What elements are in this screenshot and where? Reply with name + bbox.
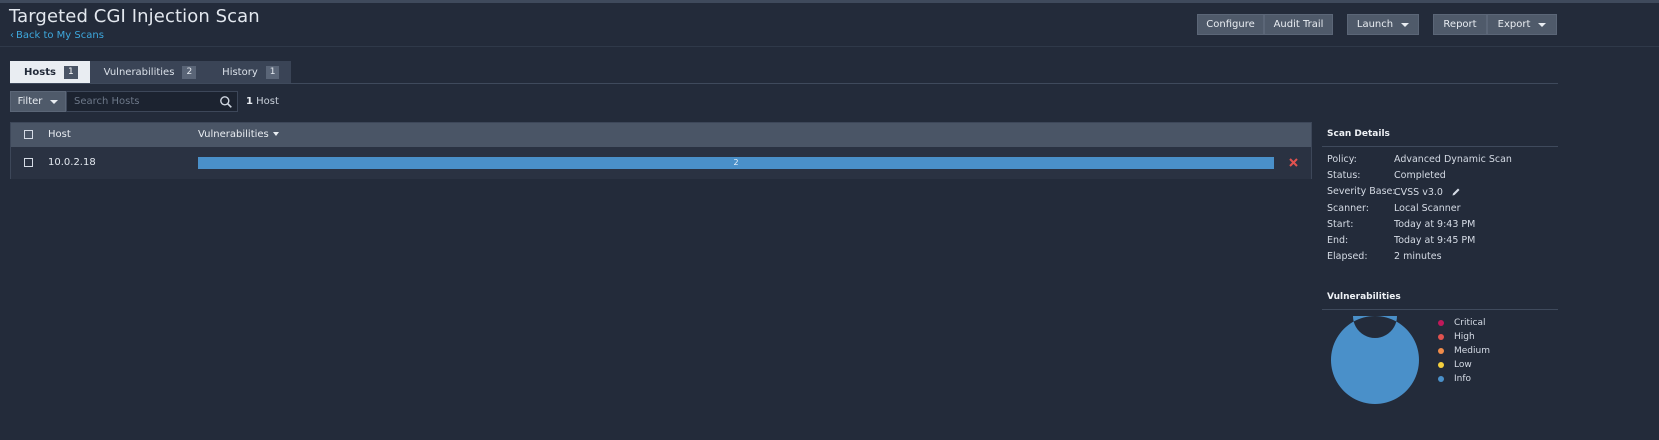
scan-details-title: Scan Details (1327, 129, 1390, 139)
legend-label: Info (1454, 374, 1472, 384)
select-all-checkbox[interactable] (24, 130, 33, 139)
vulnerability-bar[interactable]: 2 (198, 157, 1274, 169)
legend-dot (1438, 320, 1444, 326)
policy-value: Advanced Dynamic Scan (1394, 154, 1512, 165)
tab-label: Vulnerabilities (103, 66, 175, 78)
table-header: Host Vulnerabilities (11, 123, 1311, 147)
report-button[interactable]: Report (1433, 14, 1487, 35)
search-icon[interactable] (219, 95, 233, 109)
legend-item-medium: Medium (1438, 346, 1490, 356)
filter-label: Filter (17, 96, 43, 107)
legend-dot (1438, 334, 1444, 340)
legend-label: Critical (1454, 318, 1486, 328)
host-count-number: 1 (246, 96, 253, 107)
host-count: 1 Host (246, 96, 279, 107)
legend-dot (1438, 376, 1444, 382)
tab-hosts[interactable]: Hosts 1 (10, 61, 90, 83)
severity-base-label: Severity Base: (1327, 186, 1396, 197)
chevron-down-icon (1401, 22, 1410, 27)
hosts-table: Host Vulnerabilities 10.0.2.18 2 (10, 122, 1312, 179)
severity-base-value: CVSS v3.0 (1394, 187, 1443, 198)
scanner-value: Local Scanner (1394, 203, 1461, 214)
audit-trail-button[interactable]: Audit Trail (1264, 14, 1333, 35)
vulnerability-donut-chart[interactable] (1331, 316, 1419, 404)
row-checkbox[interactable] (24, 158, 33, 167)
pencil-icon[interactable] (1451, 187, 1461, 197)
chevron-left-icon: ‹ (10, 30, 14, 41)
legend-label: High (1454, 332, 1475, 342)
column-header-label: Vulnerabilities (198, 129, 269, 140)
tab-bar: Hosts 1 Vulnerabilities 2 History 1 (10, 61, 292, 83)
legend-item-high: High (1438, 332, 1475, 342)
launch-label: Launch (1356, 19, 1394, 30)
scanner-label: Scanner: (1327, 203, 1369, 214)
start-value: Today at 9:43 PM (1394, 219, 1476, 230)
tab-count-badge: 1 (265, 65, 280, 79)
tab-vulnerabilities[interactable]: Vulnerabilities 2 (89, 61, 209, 83)
elapsed-label: Elapsed: (1327, 251, 1368, 262)
legend-label: Medium (1454, 346, 1490, 356)
sort-desc-icon (272, 132, 279, 136)
close-icon[interactable] (1288, 157, 1299, 168)
host-count-label: Host (256, 96, 279, 107)
header-divider (0, 46, 1659, 47)
top-border (0, 0, 1659, 3)
page-title: Targeted CGI Injection Scan (9, 6, 260, 27)
status-label: Status: (1327, 170, 1361, 181)
section-divider (1322, 309, 1558, 310)
search-hosts-input[interactable] (66, 91, 238, 112)
column-header-vulnerabilities[interactable]: Vulnerabilities (198, 129, 279, 140)
configure-button[interactable]: Configure (1197, 14, 1264, 35)
section-divider (1322, 146, 1558, 147)
launch-button[interactable]: Launch (1347, 14, 1419, 35)
chevron-down-icon (50, 99, 59, 104)
tab-label: History (222, 66, 258, 78)
policy-label: Policy: (1327, 154, 1357, 165)
export-label: Export (1497, 19, 1531, 30)
end-label: End: (1327, 235, 1349, 246)
host-cell[interactable]: 10.0.2.18 (48, 157, 96, 168)
table-row[interactable]: 10.0.2.18 2 (11, 147, 1311, 179)
chevron-down-icon (1538, 22, 1547, 27)
start-label: Start: (1327, 219, 1354, 230)
back-to-scans-link[interactable]: ‹ Back to My Scans (10, 30, 104, 41)
status-value: Completed (1394, 170, 1446, 181)
legend-item-info: Info (1438, 374, 1471, 384)
back-link-label: Back to My Scans (16, 30, 104, 41)
column-header-host[interactable]: Host (48, 129, 71, 140)
legend-item-low: Low (1438, 360, 1472, 370)
legend-label: Low (1454, 360, 1472, 370)
legend-dot (1438, 348, 1444, 354)
legend-dot (1438, 362, 1444, 368)
export-button[interactable]: Export (1487, 14, 1557, 35)
filter-button[interactable]: Filter (10, 91, 66, 112)
tabs-divider (10, 83, 1558, 84)
elapsed-value: 2 minutes (1394, 251, 1442, 262)
tab-count-badge: 1 (63, 65, 78, 79)
tab-history[interactable]: History 1 (208, 61, 292, 83)
legend-item-critical: Critical (1438, 318, 1485, 328)
tab-count-badge: 2 (182, 65, 197, 79)
tab-label: Hosts (24, 66, 56, 78)
end-value: Today at 9:45 PM (1394, 235, 1476, 246)
vulnerabilities-chart-title: Vulnerabilities (1327, 292, 1401, 302)
